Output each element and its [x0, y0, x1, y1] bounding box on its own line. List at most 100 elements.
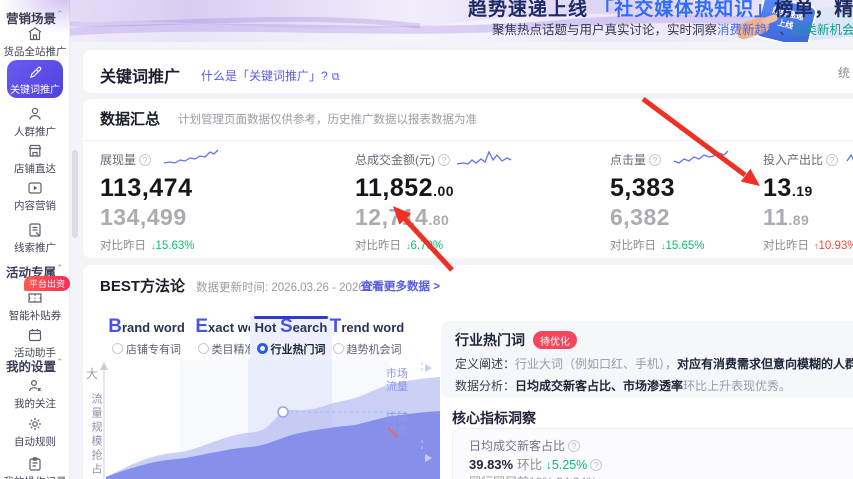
- banner-subline-prefix: 聚焦热点话题与用户真实讨论，实时洞察: [492, 23, 718, 37]
- external-link-icon: ⧉: [331, 71, 340, 83]
- radio-unselected[interactable]: [112, 343, 123, 354]
- sidebar-item-quanzhan[interactable]: 货品全站推广: [0, 26, 70, 59]
- document-icon: [29, 223, 41, 237]
- what-is-keyword-promo-link[interactable]: 什么是「关键词推广」? ⧉: [201, 67, 340, 84]
- tab-trend-word[interactable]: Trend word 趋势机会词: [326, 316, 408, 362]
- data-analysis-line: 数据分析：日均成交新客占比、市场渗透率环比上升表现优秀。: [455, 379, 792, 393]
- banner-headline-prefix: 趋势速递上线: [468, 0, 595, 20]
- sidebar-section-settings[interactable]: 我的设置 ⌃: [6, 356, 68, 375]
- sparkline: [846, 153, 853, 162]
- summary-subtitle: 计划管理页面数据仅供参考，历史推广数据以报表数据为准: [178, 114, 477, 126]
- sidebar-item-label: 人群推广: [14, 126, 56, 138]
- radio-unselected[interactable]: [197, 343, 209, 354]
- data-summary-card: 数据汇总 计划管理页面数据仅供参考，历史推广数据以报表数据为准 展现量? 113…: [83, 99, 853, 302]
- sidebar-item-label: 关键词推广: [10, 85, 60, 96]
- scrollbar-thumb[interactable]: [72, 150, 78, 238]
- metric-label: 投入产出比: [763, 153, 824, 167]
- pencil-icon: [29, 66, 41, 79]
- banner-subline-category: 品类新机会: [792, 23, 853, 37]
- sidebar-item-label: 线索推广: [14, 242, 56, 254]
- sidebar-item-label: 内容营销: [14, 200, 56, 212]
- sidebar-item-keyword-active[interactable]: 关键词推广: [7, 60, 63, 98]
- tab-hot-search-active[interactable]: Hot Search 行业热门词: [250, 316, 332, 362]
- core-metric-label: 日均成交新客占比?: [469, 437, 581, 454]
- banner-subline: 聚焦热点话题与用户真实讨论，实时洞察消费新趋势、品类新机会: [492, 19, 853, 38]
- radio-unselected[interactable]: [332, 343, 344, 354]
- help-icon[interactable]: ?: [590, 459, 603, 471]
- person-icon: [29, 107, 41, 120]
- tab-brand-word[interactable]: Brand word 店铺专有词: [103, 316, 190, 362]
- sidebar-item-label: 自动规则: [14, 436, 56, 448]
- gear-icon: [29, 418, 41, 430]
- insight-title: 行业热门词: [455, 332, 525, 348]
- help-icon[interactable]: ?: [568, 440, 581, 452]
- sidebar-item-label: 我的操作记录: [0, 474, 70, 479]
- help-icon[interactable]: ?: [826, 154, 839, 166]
- sidebar-item-renqun[interactable]: 人群推广: [0, 106, 70, 139]
- tab-cn-label: 趋势机会词: [346, 344, 402, 356]
- person-star-icon: [28, 379, 41, 392]
- chart-marker: [277, 406, 289, 418]
- page-title: 关键词推广: [100, 69, 181, 86]
- sidebar-item-label: 店铺直达: [14, 163, 56, 175]
- help-link-text: 什么是「关键词推广」?: [201, 69, 328, 83]
- chevron-up-icon[interactable]: ⌃: [56, 263, 64, 274]
- metric-value-today: 113,474: [100, 174, 193, 202]
- definition-line: 定义阐述：行业大词（例如口红、手机），对应有消费需求但意向模糊的人群，拉新效果显…: [455, 357, 853, 371]
- view-more-data-link[interactable]: 查看更多数据 >: [361, 278, 440, 294]
- sidebar-item-xiansuo[interactable]: 线索推广: [0, 222, 70, 255]
- help-icon[interactable]: ?: [139, 154, 152, 166]
- sidebar-item-caozuo[interactable]: 我的操作记录: [0, 456, 70, 479]
- banner-headline: 趋势速递上线 「社交媒体热知识」榜单，精准捕捉: [468, 0, 853, 21]
- help-icon[interactable]: ?: [649, 154, 662, 166]
- sidebar-item-dianpu[interactable]: 店铺直达: [0, 143, 70, 176]
- stats-time-text-clipped[interactable]: 统: [838, 64, 850, 81]
- sidebar-item-label: 我的关注: [14, 398, 56, 410]
- metric-compare: 对比昨日↑10.93%: [763, 240, 853, 252]
- core-metric-card: 日均成交新客占比? 39.83%环比 ↓5.25%? 同行同层前10% 34.3…: [452, 428, 853, 479]
- store-icon: [28, 27, 42, 41]
- sparkline: [673, 150, 729, 164]
- chevron-up-icon[interactable]: ⌃: [56, 357, 64, 368]
- help-icon[interactable]: ?: [438, 154, 450, 166]
- banner-headline-highlight: 「社交媒体热知识」: [594, 0, 775, 20]
- divider: [83, 140, 853, 141]
- metric-compare: 对比昨日 ↓6.79%: [355, 240, 444, 252]
- metric-impressions: 展现量? 113,474 134,499 对比昨日 ↓15.63%: [100, 149, 350, 253]
- page-header-card: 关键词推广 什么是「关键词推广」? ⧉ 统: [83, 50, 853, 93]
- chevron-up-icon[interactable]: ⌃: [56, 9, 64, 20]
- sidebar-item-guize[interactable]: 自动规则: [0, 416, 70, 449]
- storefront-icon: [28, 144, 42, 157]
- banner-headline-suffix: 榜单，精准捕捉: [774, 0, 853, 20]
- sidebar-nav: 营销场景 ⌃ 货品全站推广 关键词推广 人群推广 店铺直达 内容营销 线索推广: [0, 0, 71, 479]
- metric-compare: 对比昨日 ↓15.63%: [100, 240, 195, 252]
- sidebar-item-neirong[interactable]: 内容营销: [0, 180, 70, 213]
- tab-cn-label: 行业热门词: [270, 344, 326, 356]
- metric-label: 展现量: [100, 153, 137, 167]
- banner-subline-trend: 消费新趋势: [717, 23, 780, 37]
- metric-label: 点击量: [610, 153, 647, 167]
- label-shop-traffic: 店铺流量: [386, 412, 408, 437]
- tab-cn-label: 店铺专有词: [126, 344, 181, 356]
- platform-funded-badge: 平台出资: [24, 276, 71, 291]
- sidebar-item-guanzhu[interactable]: 我的关注: [0, 378, 70, 411]
- metric-value-yesterday: 134,499: [100, 204, 187, 230]
- sparkline: [163, 149, 219, 164]
- metric-label: 总成交金额(元): [355, 153, 435, 167]
- metric-value-yesterday: 12,714.80: [355, 204, 450, 230]
- core-metrics-title: 核心指标洞察: [452, 410, 536, 426]
- radio-selected[interactable]: [256, 343, 268, 354]
- traffic-area-chart: 市场流量 店铺流量: [84, 360, 446, 479]
- to-optimize-badge: 待优化: [533, 331, 577, 349]
- sidebar-section-marketing[interactable]: 营销场景 ⌃: [6, 8, 68, 27]
- sidebar-item-label: 智能补贴券: [8, 310, 62, 322]
- calendar-icon: [28, 329, 42, 342]
- sidebar-item-butie[interactable]: 智能补贴券: [0, 290, 70, 323]
- metric-value-today: 13.19: [763, 174, 813, 202]
- best-methodology-card: BEST方法论 数据更新时间: 2026.03.26 - 2026.04.01 …: [83, 265, 853, 479]
- coupon-icon: [28, 293, 42, 303]
- label-market-traffic: 市场流量: [386, 368, 408, 393]
- summary-title: 数据汇总: [100, 111, 161, 128]
- promo-banner[interactable]: 趋势速递 上线 ✦ 趋势速递上线 「社交媒体热知识」榜单，精准捕捉 聚焦热点话题…: [0, 0, 853, 42]
- video-play-icon: [28, 182, 42, 194]
